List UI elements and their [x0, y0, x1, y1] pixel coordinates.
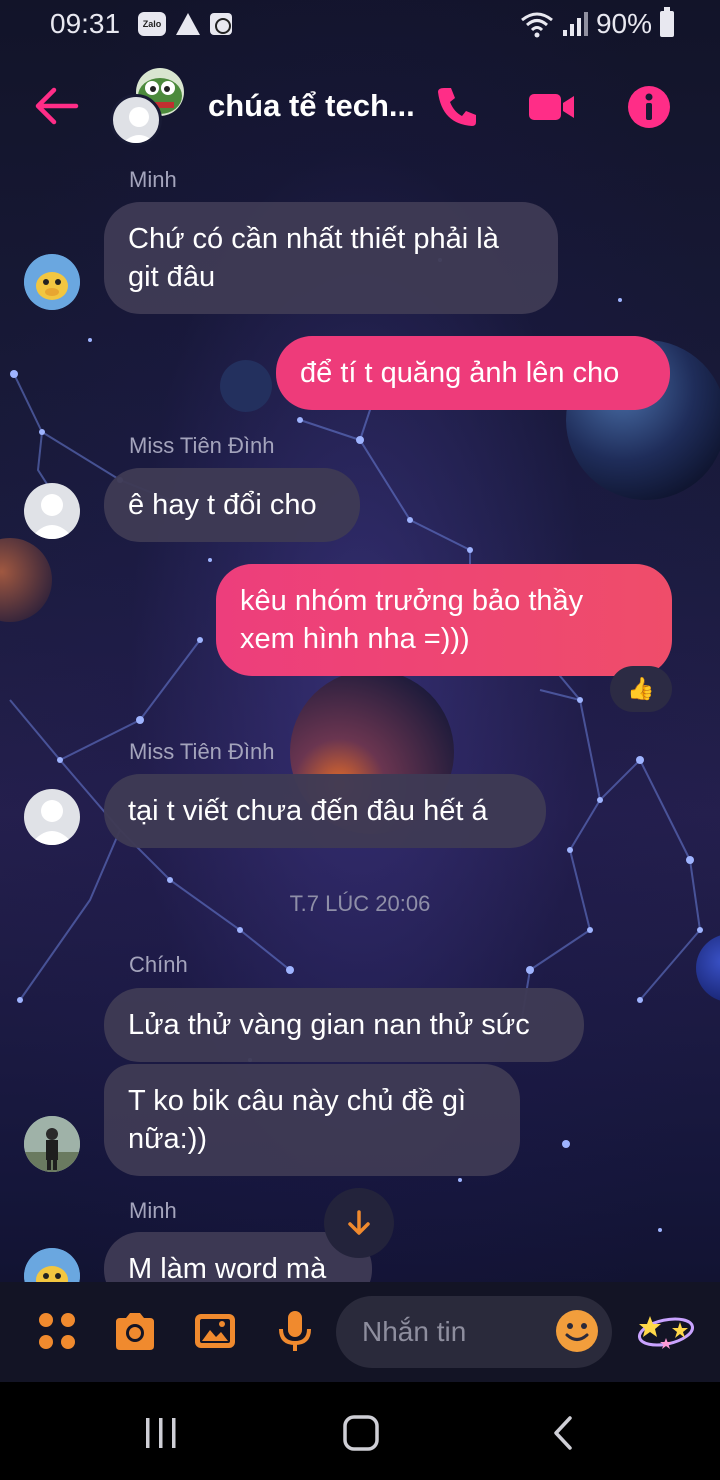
recent-apps-icon[interactable]: [142, 1416, 180, 1450]
apps-grid-icon[interactable]: [34, 1308, 80, 1354]
warning-icon: [176, 13, 200, 35]
message-bubble-received[interactable]: ê hay t đổi cho: [104, 468, 360, 542]
sender-name: Miss Tiên Đình: [129, 433, 275, 458]
message-line: xem hình nha =))): [240, 623, 470, 655]
message-line: nữa:)): [128, 1123, 208, 1155]
message-line: tại t viết chưa đến đâu hết á: [128, 795, 488, 827]
avatar-chinh[interactable]: [24, 1116, 80, 1172]
emoji-icon[interactable]: [556, 1310, 598, 1352]
message-composer: Nhắn tin: [0, 1282, 720, 1382]
avatar-default[interactable]: [24, 789, 80, 845]
phone-icon[interactable]: [432, 82, 482, 132]
image-icon[interactable]: [192, 1308, 238, 1354]
info-icon[interactable]: [624, 82, 674, 132]
status-bar: 09:31 Zalo 90%: [0, 0, 720, 50]
message-bubble-received[interactable]: Lửa thử vàng gian nan thử sức: [104, 988, 584, 1062]
status-system-icons: 90%: [520, 7, 674, 40]
sender-name: Minh: [129, 167, 177, 192]
back-nav-icon[interactable]: [548, 1414, 578, 1452]
sender-name: Miss Tiên Đình: [129, 739, 275, 764]
message-line: kêu nhóm trưởng bảo thầy: [240, 585, 584, 617]
message-timestamp: T.7 LÚC 20:06: [289, 891, 431, 916]
message-line: Lửa thử vàng gian nan thử sức: [128, 1009, 530, 1041]
message-bubble-sent[interactable]: kêu nhóm trưởng bảo thầy xem hình nha =)…: [216, 564, 672, 676]
avatar-minh[interactable]: [24, 254, 80, 310]
sender-name: Minh: [129, 1198, 177, 1223]
message-bubble-received[interactable]: Chứ có cần nhất thiết phải là git đâu: [104, 202, 558, 314]
message-bubble-received[interactable]: tại t viết chưa đến đâu hết á: [104, 774, 546, 848]
chat-header: chúa tể tech...: [0, 62, 720, 152]
message-line: T ko bik câu này chủ đề gì: [128, 1085, 467, 1117]
message-bubble-received[interactable]: T ko bik câu này chủ đề gì nữa:)): [104, 1064, 520, 1176]
chat-title[interactable]: chúa tể tech...: [208, 88, 418, 124]
microphone-icon[interactable]: [272, 1308, 318, 1354]
message-bubble-sent[interactable]: để tí t quăng ảnh lên cho: [276, 336, 670, 410]
thumbs-up-emoji: 👍: [627, 676, 655, 701]
group-avatar[interactable]: [110, 68, 190, 148]
message-input[interactable]: Nhắn tin: [336, 1296, 612, 1368]
reaction-thumbs-up[interactable]: 👍: [610, 666, 672, 712]
system-navigation-bar: [0, 1382, 720, 1480]
member-avatar-default: [110, 94, 162, 146]
video-camera-icon[interactable]: [526, 82, 576, 132]
message-line: ê hay t đổi cho: [128, 489, 317, 521]
battery-percent: 90%: [595, 8, 652, 39]
message-input-placeholder: Nhắn tin: [362, 1316, 467, 1347]
status-notification-icons: Zalo: [138, 12, 232, 36]
sender-name: Chính: [129, 952, 188, 977]
battery-icon: [660, 7, 674, 37]
home-icon[interactable]: [342, 1414, 380, 1452]
wifi-icon: [521, 12, 553, 38]
zalo-app-icon: Zalo: [138, 12, 166, 36]
message-line: để tí t quăng ảnh lên cho: [300, 357, 620, 389]
avatar-default[interactable]: [24, 483, 80, 539]
message-line: Chứ có cần nhất thiết phải là: [128, 223, 499, 255]
message-line: git đâu: [128, 261, 216, 293]
scroll-down-arrow-icon: [348, 1210, 370, 1235]
signal-icon: [562, 12, 588, 36]
camera-icon[interactable]: [112, 1308, 158, 1354]
clock-icon: [210, 13, 232, 35]
message-line: M làm word mà: [128, 1253, 327, 1282]
scroll-to-bottom-button[interactable]: [324, 1188, 394, 1258]
avatar-minh[interactable]: [24, 1248, 80, 1282]
back-arrow-icon[interactable]: [32, 84, 82, 128]
sticker-icon[interactable]: [636, 1304, 696, 1358]
status-time: 09:31: [50, 8, 121, 39]
